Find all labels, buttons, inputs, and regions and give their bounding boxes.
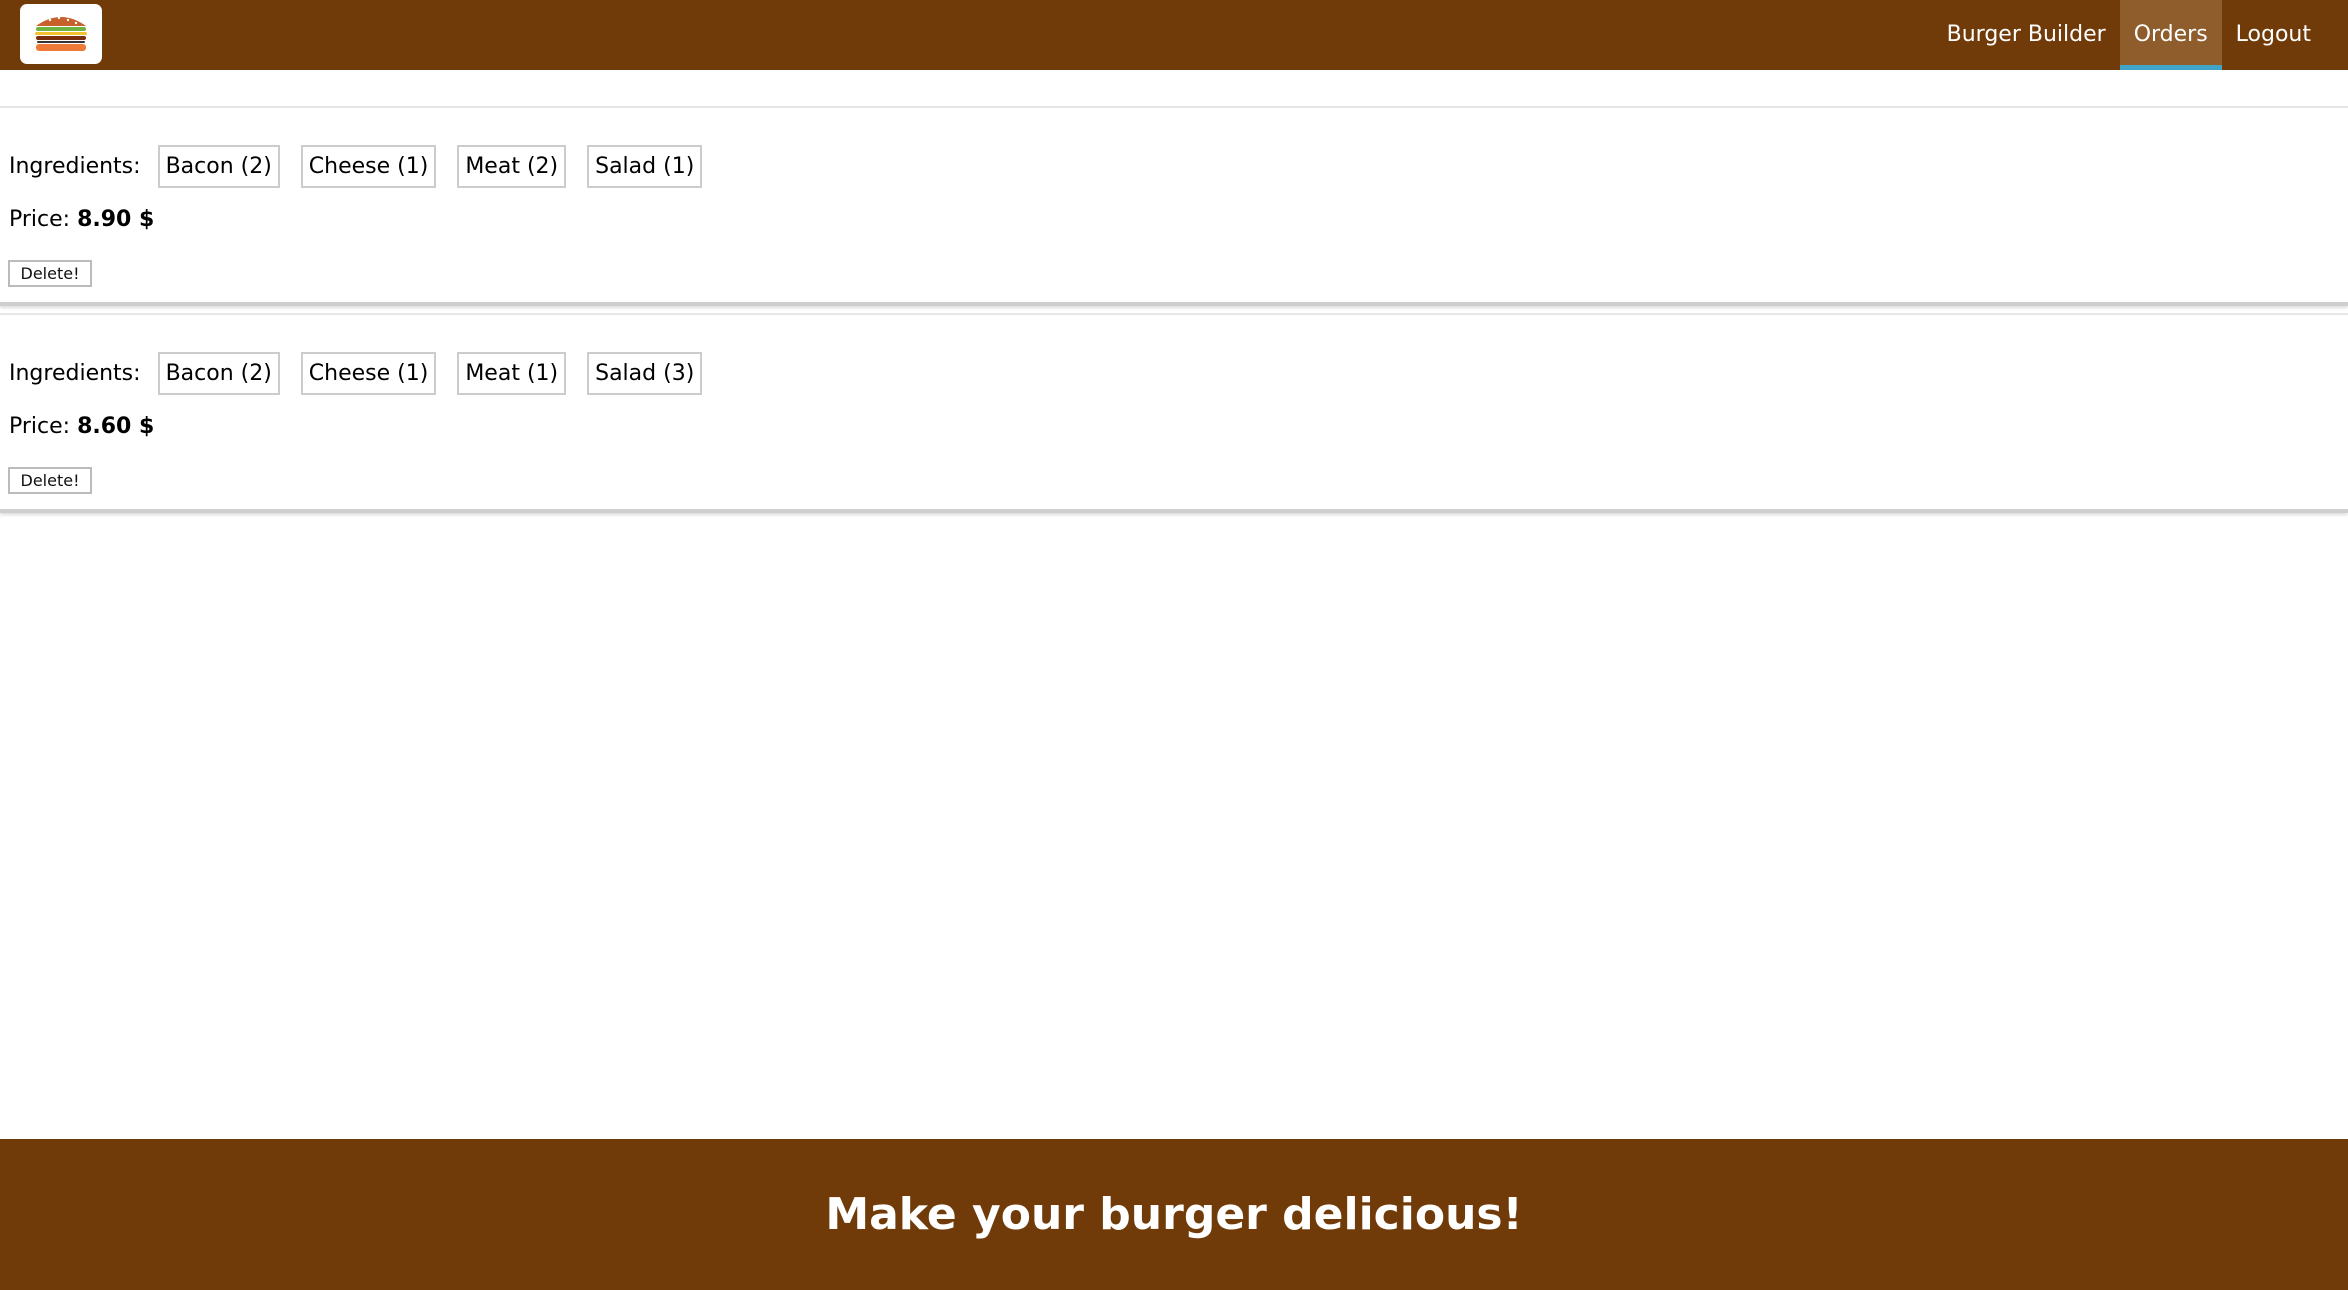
ingredient-chip: Meat (2)	[457, 144, 567, 188]
delete-button[interactable]: Delete!	[8, 260, 92, 287]
ingredient-chip: Bacon (2)	[157, 144, 280, 188]
nav-orders[interactable]: Orders	[2119, 0, 2222, 70]
price-line: Price: 8.60 $	[9, 414, 154, 439]
main-nav: Burger Builder Orders Logout	[1933, 0, 2348, 70]
ingredient-chip: Meat (1)	[457, 351, 567, 395]
logo[interactable]	[20, 4, 102, 64]
ingredient-chip: Salad (1)	[587, 144, 703, 188]
burger-icon	[35, 16, 87, 51]
nav-burger-builder[interactable]: Burger Builder	[1933, 0, 2120, 70]
order-card: Ingredients: Bacon (2) Cheese (1) Meat (…	[0, 313, 2348, 513]
delete-button[interactable]: Delete!	[8, 467, 92, 494]
footer-title: Make your burger delicious!	[825, 1189, 1523, 1240]
ingredient-chip: Cheese (1)	[300, 144, 437, 188]
price-value: 8.90 $	[77, 207, 155, 232]
ingredients-label: Ingredients:	[9, 153, 141, 179]
ingredients-row: Ingredients: Bacon (2) Cheese (1) Meat (…	[9, 351, 723, 395]
price-label: Price:	[9, 207, 78, 232]
price-label: Price:	[9, 414, 78, 439]
nav-logout[interactable]: Logout	[2222, 0, 2325, 70]
ingredient-chip: Cheese (1)	[300, 351, 437, 395]
price-line: Price: 8.90 $	[9, 207, 154, 232]
price-value: 8.60 $	[77, 414, 155, 439]
order-card: Ingredients: Bacon (2) Cheese (1) Meat (…	[0, 106, 2348, 306]
ingredient-chip: Salad (3)	[587, 351, 703, 395]
ingredients-row: Ingredients: Bacon (2) Cheese (1) Meat (…	[9, 144, 723, 188]
ingredients-label: Ingredients:	[9, 360, 141, 386]
footer: Make your burger delicious!	[0, 1139, 2348, 1290]
toolbar: Burger Builder Orders Logout	[0, 0, 2348, 70]
ingredient-chip: Bacon (2)	[157, 351, 280, 395]
